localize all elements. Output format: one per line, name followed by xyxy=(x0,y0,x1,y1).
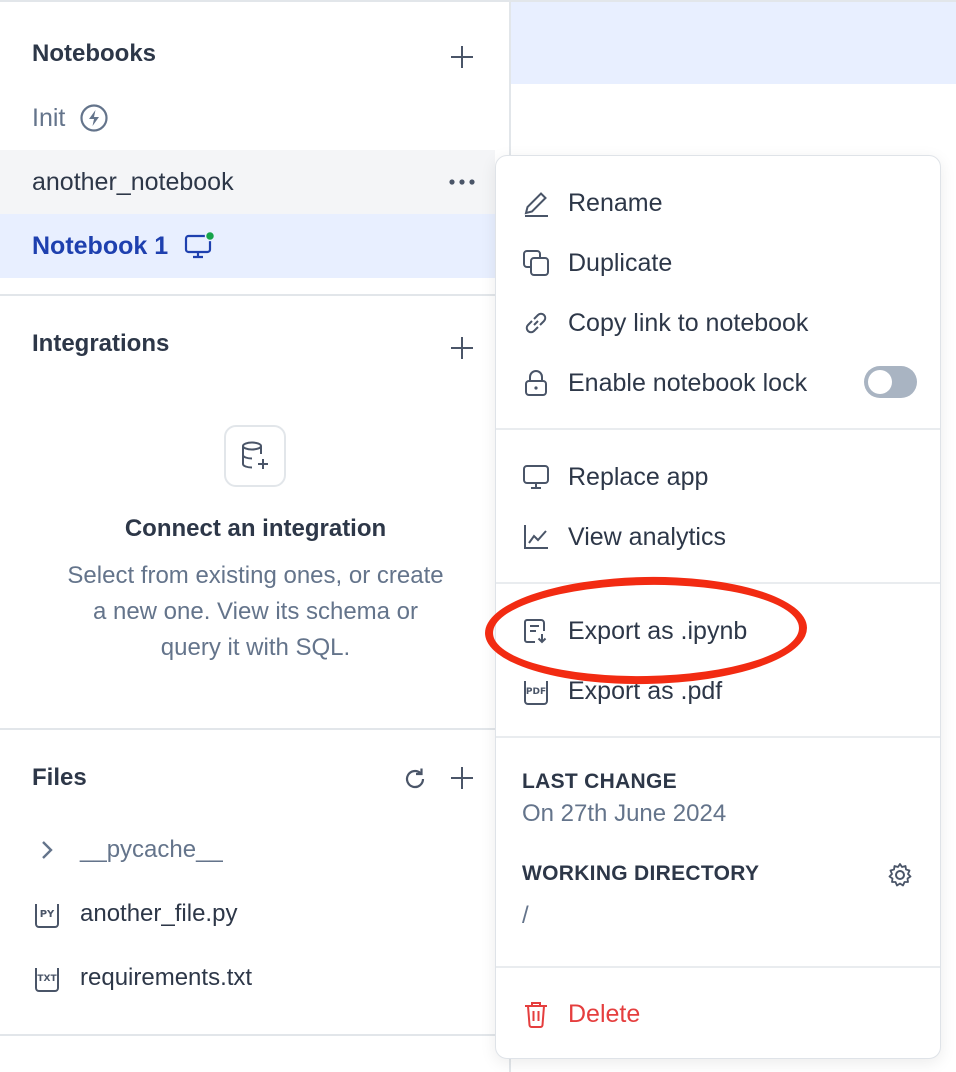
sidebar: Notebooks Init another_notebook Notebook… xyxy=(0,0,511,1072)
refresh-icon[interactable] xyxy=(402,766,428,792)
chart-line-icon xyxy=(520,521,552,553)
gear-icon[interactable] xyxy=(886,861,914,889)
menu-item-replace-app[interactable]: Replace app xyxy=(520,455,708,499)
file-label: another_file.py xyxy=(80,900,238,927)
svg-text:PY: PY xyxy=(40,909,55,920)
py-file-icon: PY xyxy=(32,899,62,929)
notebook-item-another-notebook[interactable]: another_notebook xyxy=(0,150,495,214)
menu-item-view-analytics[interactable]: View analytics xyxy=(520,515,726,559)
link-icon xyxy=(520,307,552,339)
txt-file-icon: TXT xyxy=(32,963,62,993)
menu-item-copy-link[interactable]: Copy link to notebook xyxy=(520,301,808,345)
lock-icon xyxy=(520,367,552,399)
notebook-label: another_notebook xyxy=(32,167,234,196)
menu-item-notebook-lock[interactable]: Enable notebook lock xyxy=(520,361,807,405)
toggle-knob xyxy=(868,370,892,394)
trash-icon xyxy=(520,998,552,1030)
monitor-icon xyxy=(184,231,216,261)
notebook-item-notebook-1[interactable]: Notebook 1 xyxy=(0,214,495,278)
database-add-icon[interactable] xyxy=(224,425,286,487)
working-directory-label: WORKING DIRECTORY xyxy=(522,862,760,885)
menu-divider xyxy=(496,966,940,968)
menu-item-duplicate[interactable]: Duplicate xyxy=(520,241,672,285)
add-notebook-icon[interactable] xyxy=(450,45,474,69)
menu-divider xyxy=(496,428,940,430)
svg-text:TXT: TXT xyxy=(37,974,57,984)
file-item-requirements-txt[interactable]: TXT requirements.txt xyxy=(32,958,252,998)
lightning-icon xyxy=(79,103,109,133)
chevron-right-icon[interactable] xyxy=(32,835,62,865)
add-integration-icon[interactable] xyxy=(450,336,474,360)
more-horizontal-icon[interactable] xyxy=(448,172,476,192)
integration-empty-title: Connect an integration xyxy=(124,515,387,542)
menu-item-rename[interactable]: Rename xyxy=(520,181,663,225)
monitor-icon xyxy=(520,461,552,493)
file-item-pycache[interactable]: __pycache__ xyxy=(32,830,223,870)
menu-label: Duplicate xyxy=(568,248,673,277)
menu-item-delete[interactable]: Delete xyxy=(520,992,640,1036)
menu-divider xyxy=(496,736,940,738)
section-divider xyxy=(0,728,511,730)
notebook-label: Notebook 1 xyxy=(32,231,169,260)
section-divider xyxy=(0,294,511,296)
menu-label: Rename xyxy=(568,188,663,217)
menu-label: Copy link to notebook xyxy=(568,308,809,337)
integration-empty-description: Select from existing ones, or create a n… xyxy=(67,562,444,661)
duplicate-icon xyxy=(520,247,552,279)
file-item-another-file-py[interactable]: PY another_file.py xyxy=(32,894,237,934)
files-title: Files xyxy=(32,764,87,791)
menu-label: Replace app xyxy=(568,462,709,491)
pencil-icon xyxy=(520,187,552,219)
pdf-file-icon: PDF xyxy=(520,675,552,707)
notebook-lock-toggle[interactable] xyxy=(864,366,917,398)
last-change-value: On 27th June 2024 xyxy=(522,800,727,827)
menu-label: View analytics xyxy=(568,522,726,551)
menu-label: Delete xyxy=(568,999,641,1028)
add-file-icon[interactable] xyxy=(450,766,474,790)
notebook-label: Init xyxy=(32,103,66,132)
file-label: __pycache__ xyxy=(80,836,223,863)
file-label: requirements.txt xyxy=(80,964,253,991)
last-change-label: LAST CHANGE xyxy=(522,770,677,793)
notebook-item-init[interactable]: Init xyxy=(0,86,495,150)
section-divider xyxy=(0,1034,511,1036)
notebooks-title: Notebooks xyxy=(32,40,157,67)
integrations-title: Integrations xyxy=(32,330,170,357)
svg-text:PDF: PDF xyxy=(526,687,546,697)
editor-header-strip xyxy=(511,0,956,84)
menu-label: Enable notebook lock xyxy=(568,368,808,397)
working-directory-value: / xyxy=(522,902,529,929)
